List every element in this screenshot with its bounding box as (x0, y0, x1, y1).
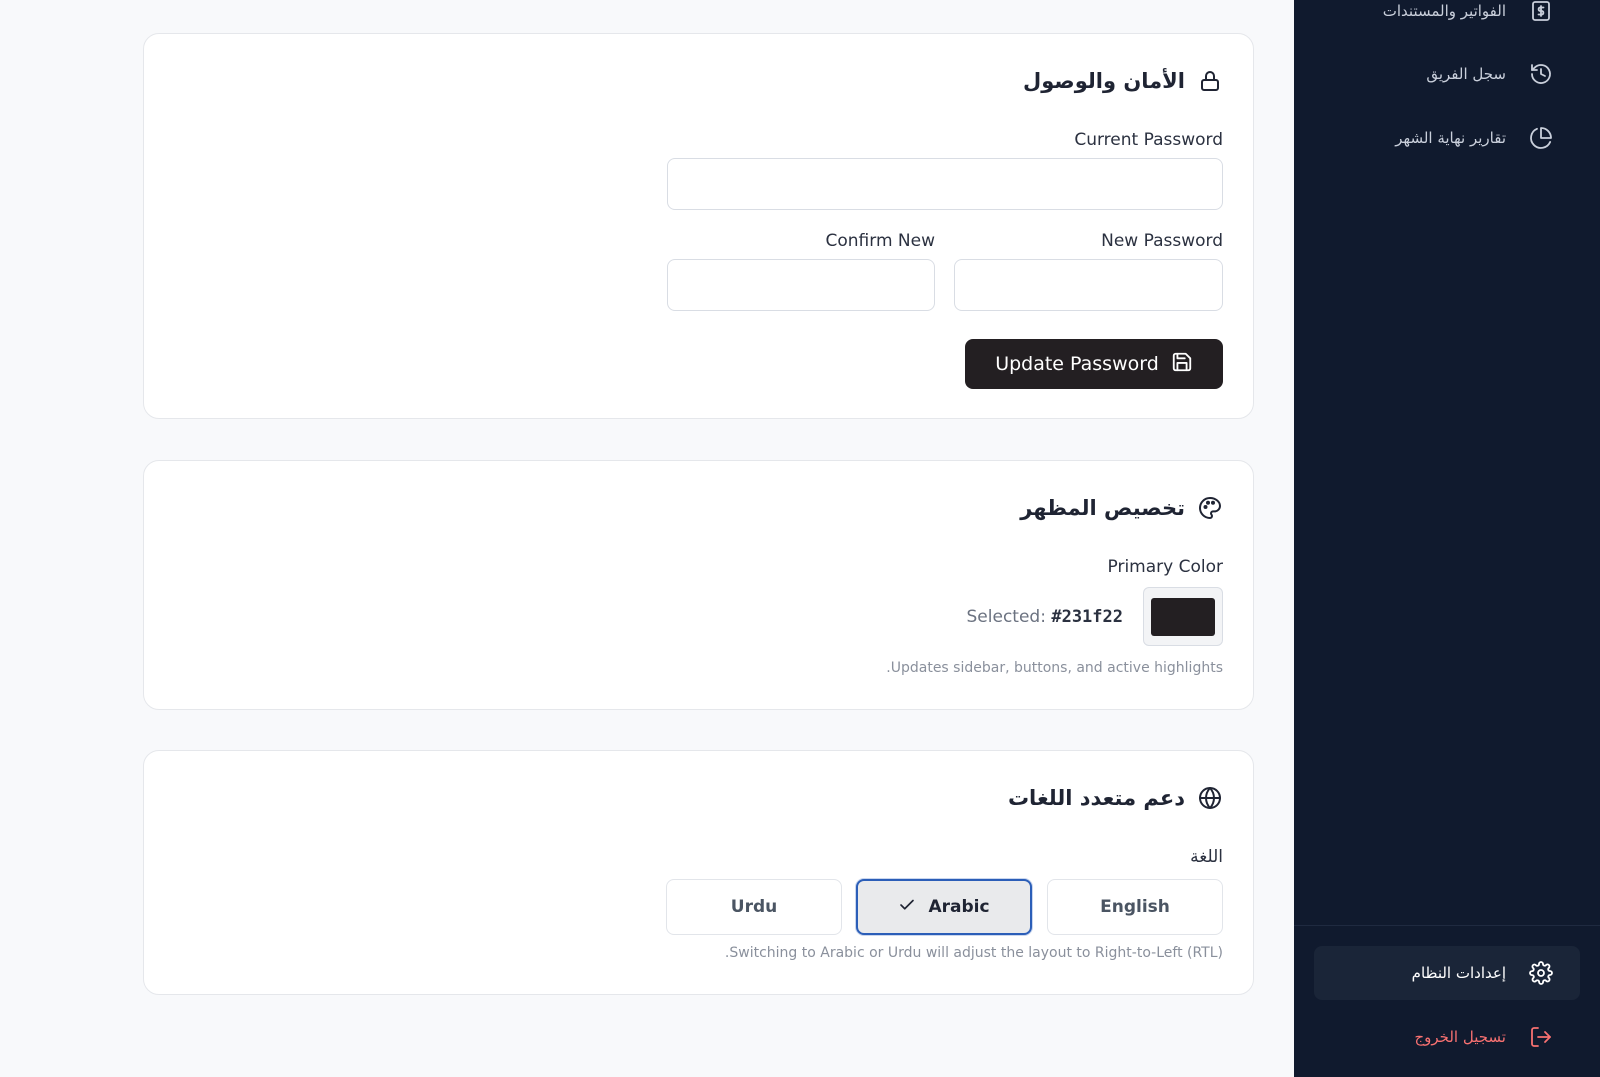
selected-color-text: Selected: #231f22 (967, 607, 1123, 627)
new-password-label: New Password (1101, 231, 1223, 251)
language-option-english[interactable]: English (1047, 879, 1223, 935)
save-icon (1171, 351, 1193, 378)
language-option-label: Arabic (928, 897, 990, 917)
current-password-input[interactable] (667, 158, 1223, 210)
color-swatch (1151, 597, 1215, 636)
security-card-header: الأمان والوصول (1023, 68, 1223, 94)
card-title: دعم متعدد اللغات (1007, 786, 1185, 810)
language-option-label: English (1100, 897, 1170, 917)
sidebar-item-label: سجل الفريق (1426, 65, 1506, 83)
appearance-hint: .Updates sidebar, buttons, and active hi… (886, 660, 1223, 676)
sidebar-item-month-end-reports[interactable]: تقارير نهاية الشهر (1314, 111, 1580, 165)
language-option-urdu[interactable]: Urdu (666, 879, 842, 935)
settings-page: الفواتير والمستندات سجل الفريق تقارير نه… (0, 0, 1600, 1077)
history-icon (1528, 61, 1554, 87)
sidebar-item-label: إعدادات النظام (1411, 964, 1506, 982)
sidebar: الفواتير والمستندات سجل الفريق تقارير نه… (1294, 0, 1600, 1077)
confirm-password-input[interactable] (667, 259, 935, 311)
primary-color-label: Primary Color (1107, 557, 1223, 577)
pie-chart-icon (1528, 125, 1554, 151)
confirm-password-label: Confirm New (825, 231, 936, 251)
gear-icon (1528, 960, 1554, 986)
update-password-label: Update Password (995, 353, 1159, 375)
palette-icon (1197, 495, 1223, 521)
language-label: اللغة (1190, 847, 1223, 867)
globe-icon (1197, 785, 1223, 811)
selected-color-prefix: Selected: (966, 607, 1046, 627)
card-title: الأمان والوصول (1023, 69, 1185, 93)
new-password-input[interactable] (954, 259, 1223, 311)
dollar-document-icon (1528, 0, 1554, 24)
update-password-button[interactable]: Update Password (965, 339, 1223, 389)
check-icon (898, 896, 916, 919)
sidebar-item-logout[interactable]: تسجيل الخروج (1314, 1010, 1580, 1064)
sidebar-item-label: الفواتير والمستندات (1382, 2, 1506, 20)
sidebar-item-label: تسجيل الخروج (1414, 1028, 1506, 1046)
appearance-card: تخصيص المظهر Primary Color Selected: #23… (143, 460, 1254, 710)
lock-icon (1197, 68, 1223, 94)
security-card: الأمان والوصول Current Password New Pass… (143, 33, 1254, 419)
current-password-label: Current Password (1074, 130, 1223, 150)
language-option-arabic[interactable]: Arabic (856, 879, 1032, 935)
sidebar-item-system-settings[interactable]: إعدادات النظام (1314, 946, 1580, 1000)
sidebar-item-team-log[interactable]: سجل الفريق (1314, 47, 1580, 101)
language-card: دعم متعدد اللغات اللغة English Arabic Ur… (143, 750, 1254, 995)
logout-icon (1528, 1024, 1554, 1050)
sidebar-divider (1294, 925, 1600, 926)
selected-color-value: #231f22 (1051, 607, 1123, 627)
appearance-card-header: تخصيص المظهر (1020, 495, 1223, 521)
language-hint: .Switching to Arabic or Urdu will adjust… (724, 945, 1223, 961)
language-card-header: دعم متعدد اللغات (1008, 785, 1223, 811)
color-picker[interactable] (1143, 587, 1223, 646)
language-option-label: Urdu (730, 897, 778, 917)
card-title: تخصيص المظهر (1020, 496, 1185, 520)
sidebar-item-label: تقارير نهاية الشهر (1395, 129, 1506, 147)
sidebar-item-invoices[interactable]: الفواتير والمستندات (1314, 0, 1580, 38)
